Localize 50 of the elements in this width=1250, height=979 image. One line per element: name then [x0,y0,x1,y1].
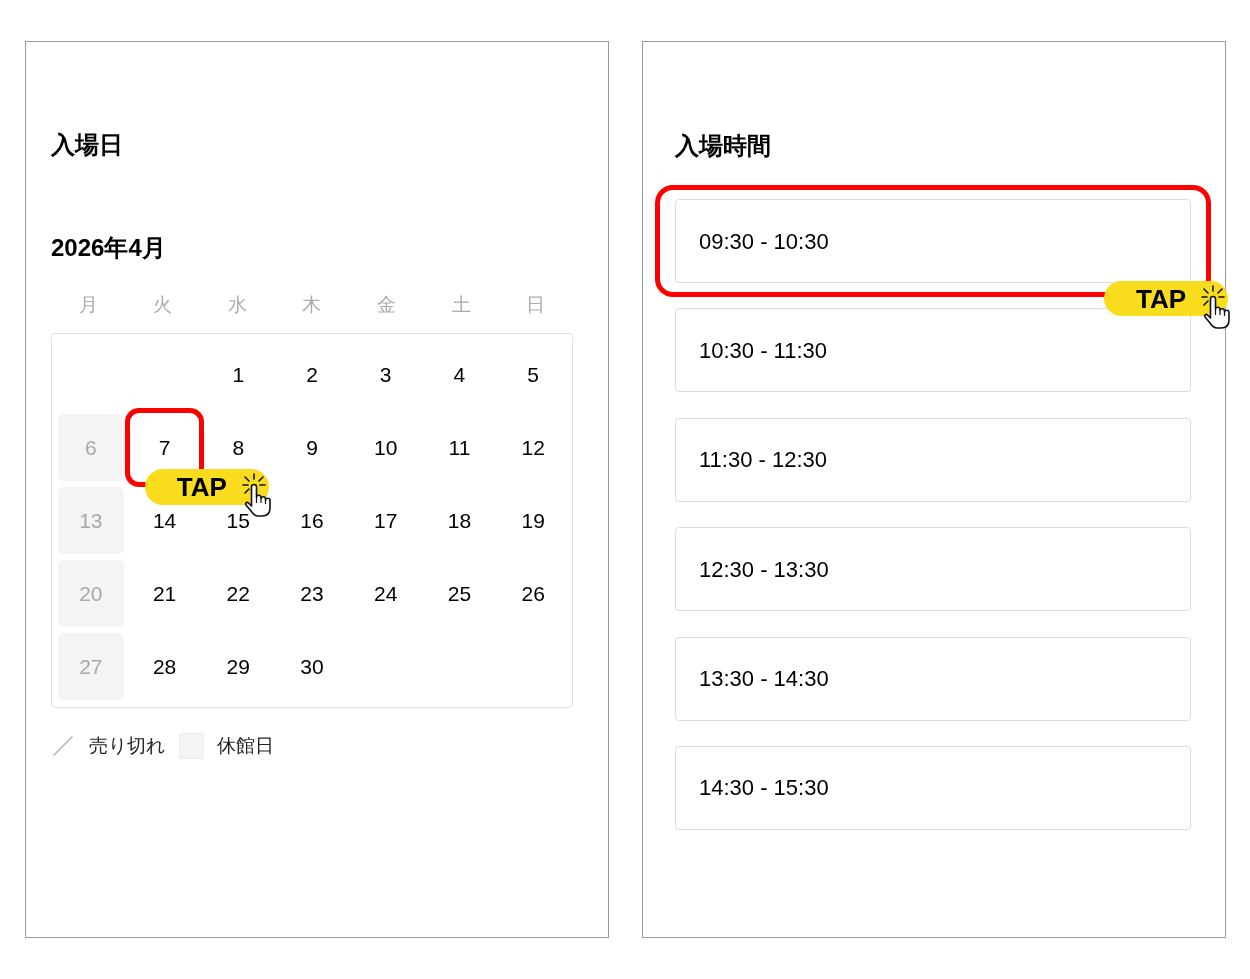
calendar-day[interactable]: 14 [152,508,177,533]
calendar-day[interactable]: 24 [374,581,398,606]
tap-hint-label: TAP [1104,281,1228,316]
calendar-day[interactable]: 7 [158,435,171,460]
closed-day: 20 [58,560,124,627]
calendar-day[interactable]: 29 [226,654,250,679]
slash-icon [53,736,73,756]
weekday-label: 火 [153,293,173,317]
calendar-day[interactable]: 28 [152,654,177,679]
time-slot-button[interactable]: 09:30 - 10:30 [675,199,1191,283]
time-slot-button[interactable]: 13:30 - 14:30 [675,636,1191,721]
calendar-day[interactable]: 15 [226,508,250,533]
calendar-day[interactable]: 25 [447,581,472,606]
time-slot-button[interactable]: 11:30 - 12:30 [675,417,1191,502]
time-slot-button[interactable]: 12:30 - 13:30 [675,527,1191,612]
calendar-day[interactable]: 1 [232,362,245,387]
month-title: 2026年4月 [51,234,166,262]
calendar-day[interactable]: 11 [448,435,471,460]
calendar-day[interactable]: 10 [374,435,398,460]
time-slot-button[interactable]: 10:30 - 11:30 [675,308,1191,393]
section-title: 入場時間 [675,132,771,160]
section-title: 入場日 [51,131,123,159]
weekday-label: 木 [302,293,322,317]
calendar-day[interactable]: 2 [306,362,318,387]
closed-day: 13 [58,487,124,554]
calendar-day[interactable]: 30 [300,654,324,679]
time-slot-button[interactable]: 14:30 - 15:30 [675,745,1191,830]
weekday-label: 土 [451,293,471,317]
weekday-label: 日 [526,293,546,317]
closed-day: 27 [58,633,124,700]
calendar-day[interactable]: 16 [300,508,324,533]
calendar-day[interactable]: 23 [300,581,324,606]
calendar-day[interactable]: 18 [447,508,472,533]
weekday-label: 金 [377,293,397,317]
calendar-day[interactable]: 8 [232,435,245,460]
calendar-day[interactable]: 12 [521,435,545,460]
calendar-day[interactable]: 19 [521,508,545,533]
calendar-day[interactable]: 22 [226,581,250,606]
weekday-label: 月 [78,293,98,317]
calendar-day[interactable]: 5 [527,362,539,387]
closed-day: 6 [58,414,124,481]
calendar-day[interactable]: 17 [374,508,398,533]
calendar-day[interactable]: 26 [521,581,545,606]
legend-label: 売り切れ [89,734,165,758]
calendar-day[interactable]: 4 [453,362,466,387]
calendar-day[interactable]: 3 [379,362,392,387]
weekday-label: 水 [227,293,247,317]
calendar-day[interactable]: 21 [152,581,177,606]
legend-label: 休館日 [217,734,274,758]
calendar-day[interactable]: 9 [306,435,318,460]
